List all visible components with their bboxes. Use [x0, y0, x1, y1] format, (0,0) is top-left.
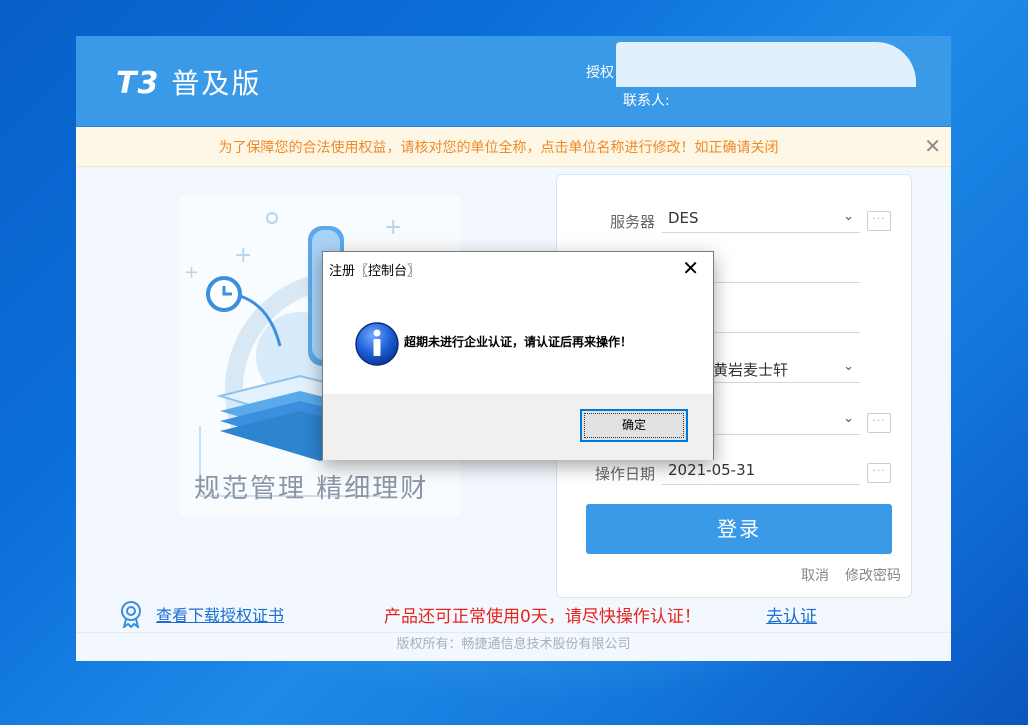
window-header: T3 普及版 授权 联系人:	[76, 36, 951, 127]
dialog-title: 注册〖控制台〗	[329, 264, 421, 279]
svg-text:+: +	[234, 243, 252, 268]
date-value: 2021-05-31	[668, 461, 756, 479]
login-button[interactable]: 登录	[586, 504, 892, 554]
server-more-button[interactable]: ···	[867, 211, 891, 231]
info-icon	[355, 322, 399, 366]
date-more-button[interactable]: ···	[867, 463, 891, 483]
change-password-link[interactable]: 修改密码	[845, 565, 901, 585]
dialog-close-icon[interactable]: ✕	[682, 256, 699, 280]
server-label: 服务器	[609, 213, 655, 231]
date-row: 操作日期 2021-05-31 ···	[585, 455, 895, 491]
ok-button-label: 确定	[584, 413, 684, 438]
svg-text:+: +	[384, 215, 402, 240]
expiry-warning: 产品还可正常使用0天，请尽快操作认证！	[384, 607, 701, 627]
slogan: 规范管理 精细理财	[194, 474, 429, 504]
certificate-icon	[121, 601, 141, 628]
notice-bar: 为了保障您的合法使用权益，请核对您的单位全称，点击单位名称进行修改！如正确请关闭…	[76, 127, 951, 167]
chevron-down-icon: ⌄	[843, 209, 854, 224]
register-dialog: 注册〖控制台〗 ✕ 超期未进行企业认证，请认证后再来操作！ 确定	[322, 251, 714, 460]
login-links: 取消 修改密码	[801, 565, 901, 585]
server-row: 服务器 DES ⌄ ···	[585, 203, 895, 239]
authorization-label: 授权	[586, 65, 614, 81]
ok-button[interactable]: 确定	[580, 409, 688, 442]
notice-close-icon[interactable]: ✕	[924, 134, 941, 158]
date-input[interactable]: 2021-05-31	[662, 457, 860, 485]
dialog-button-bar: 确定	[323, 394, 713, 460]
dialog-message: 超期未进行企业认证，请认证后再来操作！	[404, 335, 633, 349]
view-certificate-link[interactable]: 查看下载授权证书	[156, 602, 284, 626]
cancel-link[interactable]: 取消	[801, 565, 829, 585]
go-authenticate-link[interactable]: 去认证	[766, 602, 817, 627]
date-label: 操作日期	[594, 465, 655, 483]
logo-mark: T3	[116, 66, 160, 101]
account-set-more-button[interactable]: ···	[867, 413, 891, 433]
server-select[interactable]: DES ⌄	[662, 205, 860, 233]
chevron-down-icon: ⌄	[843, 359, 854, 374]
header-redaction-overlay	[616, 42, 916, 87]
contact-label: 联系人:	[623, 93, 670, 109]
t3-logo: T3 普及版	[116, 62, 261, 102]
copyright-footer: 版权所有：畅捷通信息技术股份有限公司	[76, 632, 951, 661]
server-value: DES	[668, 209, 699, 227]
chevron-down-icon: ⌄	[843, 411, 854, 426]
notice-text: 为了保障您的合法使用权益，请核对您的单位全称，点击单位名称进行修改！如正确请关闭	[218, 139, 779, 156]
bottom-bar: 查看下载授权证书 产品还可正常使用0天，请尽快操作认证！ 去认证	[76, 596, 951, 630]
logo-product-name: 普及版	[171, 67, 262, 100]
svg-text:+: +	[184, 262, 199, 283]
